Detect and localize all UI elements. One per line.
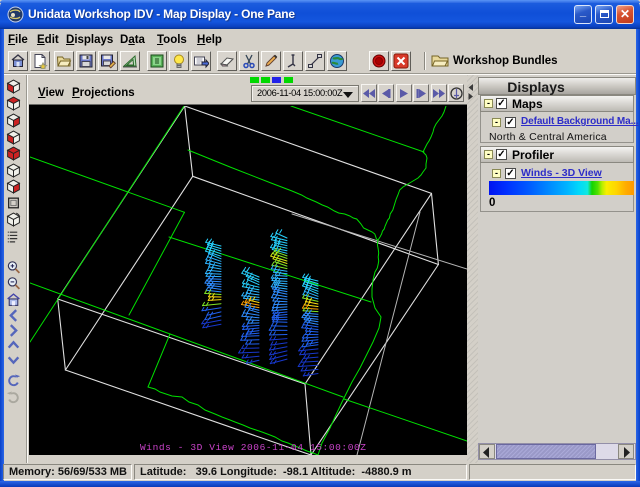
svg-text:Winds - 3D View 2006-11-04 15:: Winds - 3D View 2006-11-04 15:00:00Z [140, 442, 366, 453]
